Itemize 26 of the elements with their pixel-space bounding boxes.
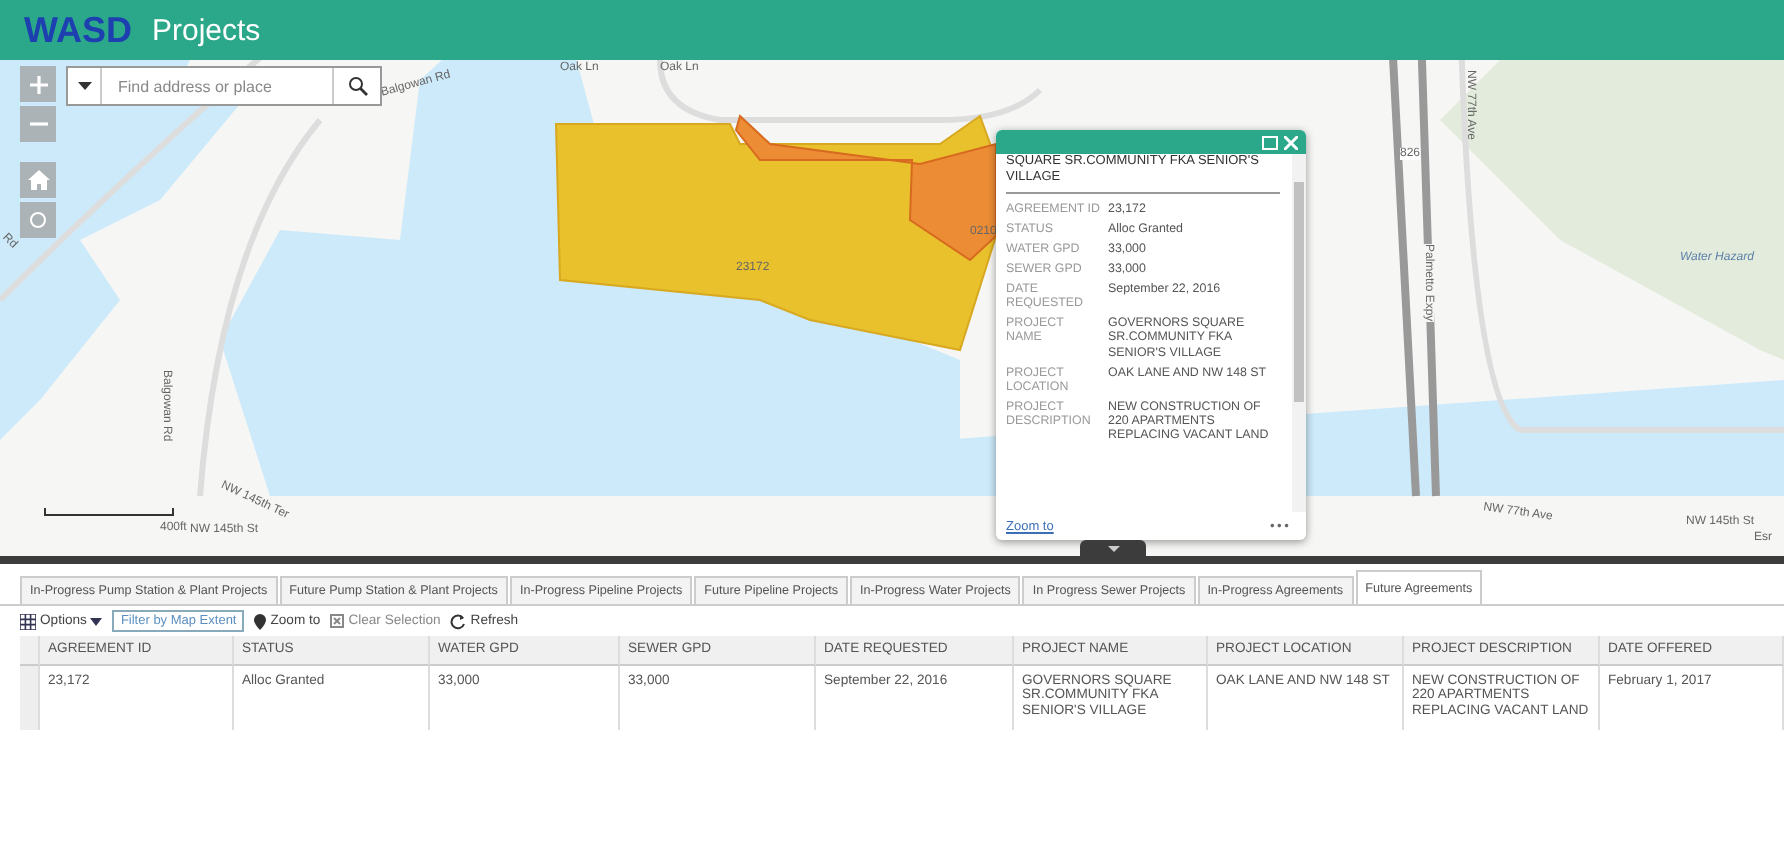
scale-bar [44,508,174,516]
search-icon [347,76,367,96]
grid-icon [20,613,36,629]
logo: WASD [24,9,132,51]
maximize-icon[interactable] [1262,135,1278,149]
locate-icon [28,210,48,230]
caret-icon [1107,545,1119,551]
selector-header[interactable] [20,636,40,666]
caret-icon [90,617,103,625]
plus-icon [29,75,47,93]
scrollbar[interactable] [1292,154,1306,512]
home-icon [27,170,49,190]
refresh-icon [450,613,467,629]
clear-icon [330,614,345,628]
zoom-in-button[interactable] [20,66,56,102]
caret-icon [77,82,91,90]
zoom-out-button[interactable] [20,106,56,142]
close-icon[interactable] [1284,135,1298,149]
locate-button[interactable] [20,202,56,238]
row-selector[interactable] [20,666,40,730]
home-button[interactable] [20,162,56,198]
search-field[interactable]: Find address or place [66,66,382,106]
collapse-handle[interactable] [1080,540,1146,556]
app-title: Projects [152,13,261,47]
pin-icon [254,613,267,629]
minus-icon [29,122,47,126]
